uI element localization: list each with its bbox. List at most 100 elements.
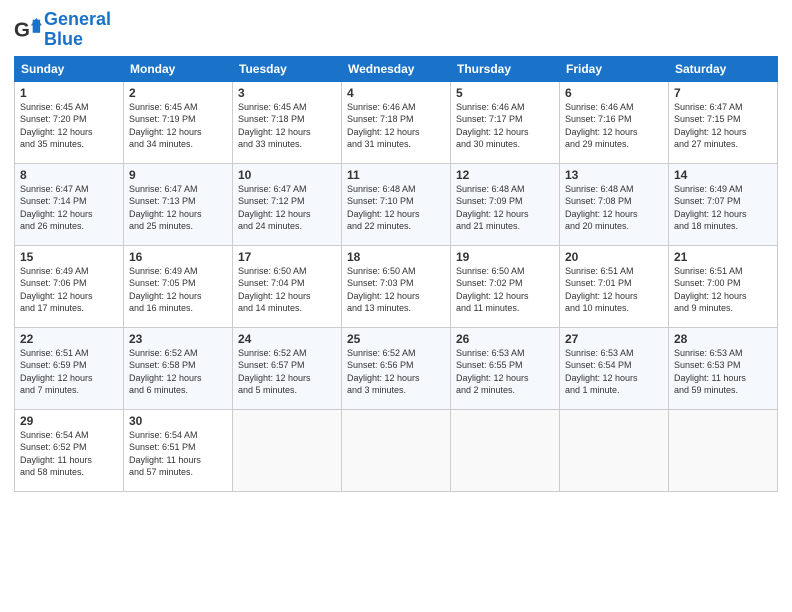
calendar-cell: 15Sunrise: 6:49 AMSunset: 7:06 PMDayligh…	[15, 245, 124, 327]
day-number: 19	[456, 250, 554, 264]
calendar-cell: 1Sunrise: 6:45 AMSunset: 7:20 PMDaylight…	[15, 81, 124, 163]
calendar-cell: 10Sunrise: 6:47 AMSunset: 7:12 PMDayligh…	[233, 163, 342, 245]
calendar-cell	[451, 409, 560, 491]
day-number: 21	[674, 250, 772, 264]
day-info: Sunrise: 6:52 AMSunset: 6:57 PMDaylight:…	[238, 347, 336, 397]
calendar-cell: 22Sunrise: 6:51 AMSunset: 6:59 PMDayligh…	[15, 327, 124, 409]
day-info: Sunrise: 6:50 AMSunset: 7:04 PMDaylight:…	[238, 265, 336, 315]
day-info: Sunrise: 6:50 AMSunset: 7:03 PMDaylight:…	[347, 265, 445, 315]
week-row-2: 8Sunrise: 6:47 AMSunset: 7:14 PMDaylight…	[15, 163, 778, 245]
day-info: Sunrise: 6:47 AMSunset: 7:12 PMDaylight:…	[238, 183, 336, 233]
calendar-cell	[342, 409, 451, 491]
calendar-cell: 25Sunrise: 6:52 AMSunset: 6:56 PMDayligh…	[342, 327, 451, 409]
calendar-cell: 17Sunrise: 6:50 AMSunset: 7:04 PMDayligh…	[233, 245, 342, 327]
calendar-cell: 4Sunrise: 6:46 AMSunset: 7:18 PMDaylight…	[342, 81, 451, 163]
day-info: Sunrise: 6:51 AMSunset: 7:00 PMDaylight:…	[674, 265, 772, 315]
day-number: 30	[129, 414, 227, 428]
day-info: Sunrise: 6:45 AMSunset: 7:20 PMDaylight:…	[20, 101, 118, 151]
calendar-cell: 16Sunrise: 6:49 AMSunset: 7:05 PMDayligh…	[124, 245, 233, 327]
day-number: 18	[347, 250, 445, 264]
calendar-cell: 9Sunrise: 6:47 AMSunset: 7:13 PMDaylight…	[124, 163, 233, 245]
day-info: Sunrise: 6:49 AMSunset: 7:07 PMDaylight:…	[674, 183, 772, 233]
day-number: 7	[674, 86, 772, 100]
day-number: 25	[347, 332, 445, 346]
day-info: Sunrise: 6:46 AMSunset: 7:16 PMDaylight:…	[565, 101, 663, 151]
calendar-cell: 11Sunrise: 6:48 AMSunset: 7:10 PMDayligh…	[342, 163, 451, 245]
week-row-1: 1Sunrise: 6:45 AMSunset: 7:20 PMDaylight…	[15, 81, 778, 163]
col-header-sunday: Sunday	[15, 56, 124, 81]
calendar-cell: 13Sunrise: 6:48 AMSunset: 7:08 PMDayligh…	[560, 163, 669, 245]
page-header: G GeneralBlue	[14, 10, 778, 50]
logo-text: GeneralBlue	[44, 10, 111, 50]
day-number: 11	[347, 168, 445, 182]
col-header-friday: Friday	[560, 56, 669, 81]
calendar-cell: 18Sunrise: 6:50 AMSunset: 7:03 PMDayligh…	[342, 245, 451, 327]
day-info: Sunrise: 6:49 AMSunset: 7:06 PMDaylight:…	[20, 265, 118, 315]
svg-text:G: G	[14, 18, 30, 41]
calendar-cell: 7Sunrise: 6:47 AMSunset: 7:15 PMDaylight…	[669, 81, 778, 163]
day-number: 20	[565, 250, 663, 264]
day-info: Sunrise: 6:53 AMSunset: 6:55 PMDaylight:…	[456, 347, 554, 397]
day-number: 4	[347, 86, 445, 100]
calendar-header-row: SundayMondayTuesdayWednesdayThursdayFrid…	[15, 56, 778, 81]
day-number: 1	[20, 86, 118, 100]
day-info: Sunrise: 6:54 AMSunset: 6:51 PMDaylight:…	[129, 429, 227, 479]
calendar-cell	[233, 409, 342, 491]
calendar-cell: 2Sunrise: 6:45 AMSunset: 7:19 PMDaylight…	[124, 81, 233, 163]
week-row-3: 15Sunrise: 6:49 AMSunset: 7:06 PMDayligh…	[15, 245, 778, 327]
calendar-cell: 27Sunrise: 6:53 AMSunset: 6:54 PMDayligh…	[560, 327, 669, 409]
day-number: 12	[456, 168, 554, 182]
calendar-cell: 28Sunrise: 6:53 AMSunset: 6:53 PMDayligh…	[669, 327, 778, 409]
calendar-cell: 5Sunrise: 6:46 AMSunset: 7:17 PMDaylight…	[451, 81, 560, 163]
calendar-cell: 8Sunrise: 6:47 AMSunset: 7:14 PMDaylight…	[15, 163, 124, 245]
calendar-cell: 29Sunrise: 6:54 AMSunset: 6:52 PMDayligh…	[15, 409, 124, 491]
col-header-saturday: Saturday	[669, 56, 778, 81]
day-number: 27	[565, 332, 663, 346]
day-number: 26	[456, 332, 554, 346]
logo: G GeneralBlue	[14, 10, 111, 50]
calendar-cell: 21Sunrise: 6:51 AMSunset: 7:00 PMDayligh…	[669, 245, 778, 327]
day-info: Sunrise: 6:46 AMSunset: 7:18 PMDaylight:…	[347, 101, 445, 151]
calendar-cell: 3Sunrise: 6:45 AMSunset: 7:18 PMDaylight…	[233, 81, 342, 163]
day-number: 13	[565, 168, 663, 182]
day-info: Sunrise: 6:47 AMSunset: 7:15 PMDaylight:…	[674, 101, 772, 151]
day-number: 10	[238, 168, 336, 182]
day-number: 9	[129, 168, 227, 182]
day-info: Sunrise: 6:46 AMSunset: 7:17 PMDaylight:…	[456, 101, 554, 151]
calendar-cell: 30Sunrise: 6:54 AMSunset: 6:51 PMDayligh…	[124, 409, 233, 491]
calendar-cell	[669, 409, 778, 491]
calendar-cell: 12Sunrise: 6:48 AMSunset: 7:09 PMDayligh…	[451, 163, 560, 245]
calendar-cell: 26Sunrise: 6:53 AMSunset: 6:55 PMDayligh…	[451, 327, 560, 409]
day-number: 16	[129, 250, 227, 264]
calendar-cell	[560, 409, 669, 491]
day-number: 23	[129, 332, 227, 346]
day-info: Sunrise: 6:53 AMSunset: 6:53 PMDaylight:…	[674, 347, 772, 397]
week-row-5: 29Sunrise: 6:54 AMSunset: 6:52 PMDayligh…	[15, 409, 778, 491]
col-header-wednesday: Wednesday	[342, 56, 451, 81]
day-info: Sunrise: 6:54 AMSunset: 6:52 PMDaylight:…	[20, 429, 118, 479]
day-info: Sunrise: 6:45 AMSunset: 7:18 PMDaylight:…	[238, 101, 336, 151]
week-row-4: 22Sunrise: 6:51 AMSunset: 6:59 PMDayligh…	[15, 327, 778, 409]
day-info: Sunrise: 6:45 AMSunset: 7:19 PMDaylight:…	[129, 101, 227, 151]
day-info: Sunrise: 6:47 AMSunset: 7:13 PMDaylight:…	[129, 183, 227, 233]
day-number: 28	[674, 332, 772, 346]
day-number: 29	[20, 414, 118, 428]
day-info: Sunrise: 6:52 AMSunset: 6:56 PMDaylight:…	[347, 347, 445, 397]
col-header-monday: Monday	[124, 56, 233, 81]
calendar-cell: 20Sunrise: 6:51 AMSunset: 7:01 PMDayligh…	[560, 245, 669, 327]
day-number: 6	[565, 86, 663, 100]
day-info: Sunrise: 6:52 AMSunset: 6:58 PMDaylight:…	[129, 347, 227, 397]
day-number: 17	[238, 250, 336, 264]
day-number: 8	[20, 168, 118, 182]
calendar-cell: 23Sunrise: 6:52 AMSunset: 6:58 PMDayligh…	[124, 327, 233, 409]
calendar-body: 1Sunrise: 6:45 AMSunset: 7:20 PMDaylight…	[15, 81, 778, 491]
calendar-cell: 24Sunrise: 6:52 AMSunset: 6:57 PMDayligh…	[233, 327, 342, 409]
day-info: Sunrise: 6:48 AMSunset: 7:10 PMDaylight:…	[347, 183, 445, 233]
day-info: Sunrise: 6:49 AMSunset: 7:05 PMDaylight:…	[129, 265, 227, 315]
day-info: Sunrise: 6:51 AMSunset: 6:59 PMDaylight:…	[20, 347, 118, 397]
day-number: 2	[129, 86, 227, 100]
day-number: 15	[20, 250, 118, 264]
calendar-table: SundayMondayTuesdayWednesdayThursdayFrid…	[14, 56, 778, 492]
day-number: 24	[238, 332, 336, 346]
day-info: Sunrise: 6:48 AMSunset: 7:08 PMDaylight:…	[565, 183, 663, 233]
